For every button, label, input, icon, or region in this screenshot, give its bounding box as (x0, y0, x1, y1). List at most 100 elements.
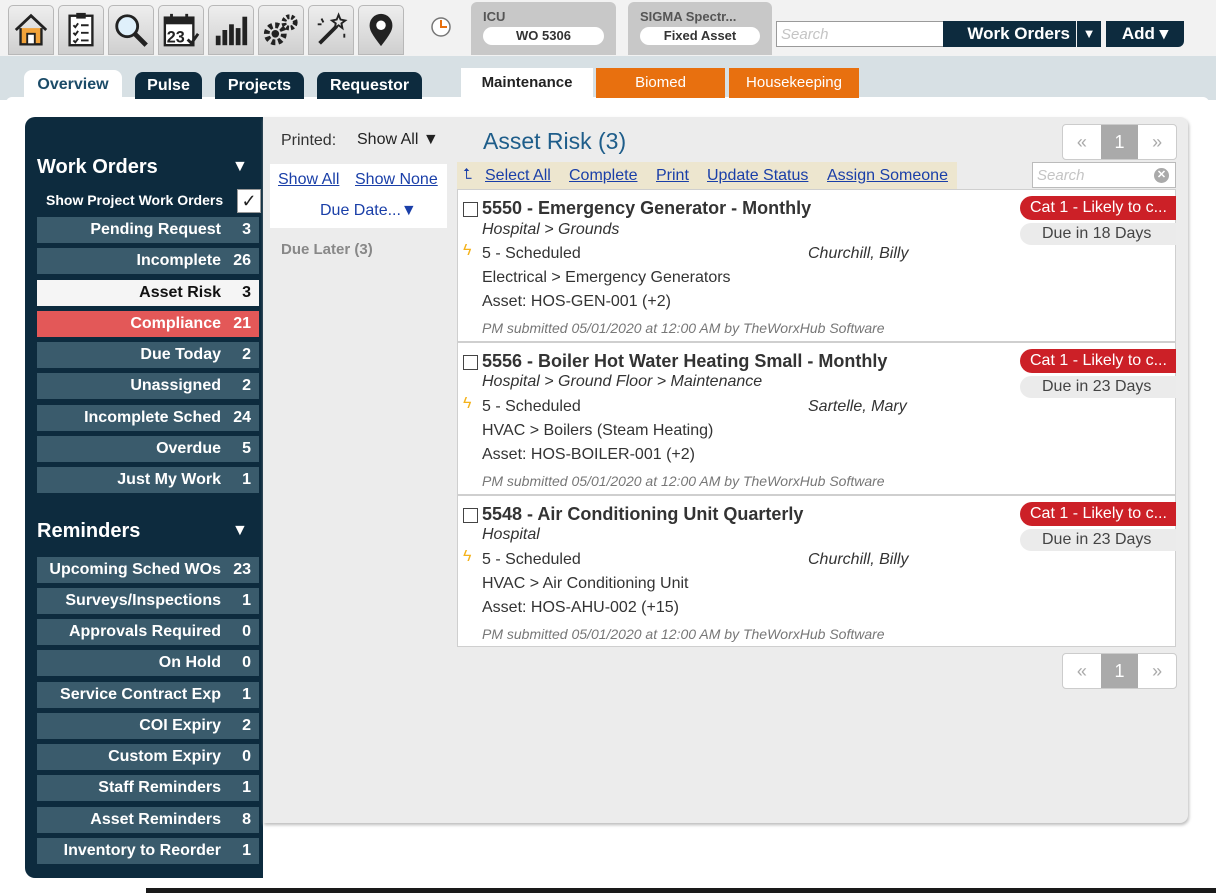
complete-link[interactable]: Complete (569, 167, 637, 185)
sidebar-item-count: 1 (242, 842, 251, 859)
tab-requestor[interactable]: Requestor (317, 72, 422, 99)
gears-icon[interactable] (258, 5, 304, 55)
printed-filter-dropdown[interactable]: Show All ▼ (357, 131, 439, 149)
sidebar-item-staff-reminders[interactable]: Staff Reminders 1 (37, 775, 259, 801)
add-button[interactable]: Add ▾ (1106, 21, 1184, 47)
sidebar-item-unassigned[interactable]: Unassigned 2 (37, 373, 259, 399)
sidebar-item-overdue[interactable]: Overdue 5 (37, 436, 259, 462)
sidebar-item-label: Due Today (140, 346, 221, 363)
sidebar-item-label: Compliance (130, 315, 221, 332)
collapse-caret-icon[interactable]: ▼ (232, 158, 248, 176)
tab-maintenance[interactable]: Maintenance (461, 68, 593, 98)
show-all-link[interactable]: Show All (278, 171, 339, 189)
lightning-bolt-icon: ϟ (463, 548, 472, 565)
sidebar-item-label: Inventory to Reorder (63, 842, 221, 859)
work-order-asset: Asset: HOS-GEN-001 (+2) (482, 293, 671, 310)
due-later-group[interactable]: Due Later (3) (281, 241, 373, 258)
next-page-button[interactable]: » (1138, 654, 1176, 688)
work-orders-heading[interactable]: Work Orders (37, 156, 158, 179)
due-date-sort-dropdown[interactable]: Due Date...▼ (320, 202, 417, 220)
row-checkbox[interactable] (463, 508, 478, 523)
calendar-icon[interactable]: 23 (158, 5, 204, 55)
sidebar-item-count: 3 (242, 284, 251, 301)
work-order-card[interactable]: 5550 - Emergency Generator - Monthly Hos… (457, 189, 1176, 342)
work-order-location: Hospital > Ground Floor > Maintenance (482, 373, 763, 390)
sidebar-item-count: 26 (233, 252, 251, 269)
sidebar-item-label: Incomplete (136, 252, 221, 269)
sidebar-item-label: Approvals Required (68, 623, 221, 640)
row-checkbox[interactable] (463, 202, 478, 217)
home-icon[interactable] (8, 5, 54, 55)
print-link[interactable]: Print (656, 167, 689, 185)
sidebar-item-count: 21 (233, 315, 251, 332)
sidebar-item-asset-reminders[interactable]: Asset Reminders 8 (37, 807, 259, 833)
map-pin-icon[interactable] (358, 5, 404, 55)
chevron-down-icon[interactable]: ▼ (1077, 21, 1101, 47)
next-page-button[interactable]: » (1138, 125, 1176, 159)
sidebar-item-incomplete-sched[interactable]: Incomplete Sched 24 (37, 405, 259, 431)
sidebar-item-on-hold[interactable]: On Hold 0 (37, 650, 259, 676)
sidebar-item-label: On Hold (158, 654, 221, 671)
sidebar-item-count: 2 (242, 717, 251, 734)
sidebar-item-asset-risk[interactable]: Asset Risk 3 (37, 280, 259, 306)
search-icon[interactable] (108, 5, 154, 55)
collapse-caret-icon[interactable]: ▼ (232, 522, 248, 540)
context-card-asset[interactable]: SIGMA Spectr... Fixed Asset (628, 2, 772, 55)
prev-page-button[interactable]: « (1063, 125, 1101, 159)
row-checkbox[interactable] (463, 355, 478, 370)
reminders-heading[interactable]: Reminders (37, 520, 140, 543)
sidebar-item-coi-expiry[interactable]: COI Expiry 2 (37, 713, 259, 739)
global-search-input[interactable] (776, 21, 944, 47)
sidebar-item-label: Surveys/Inspections (65, 592, 221, 609)
sidebar-item-label: Service Contract Exp (60, 686, 221, 703)
page-number[interactable]: 1 (1100, 654, 1139, 688)
sidebar-item-approvals[interactable]: Approvals Required 0 (37, 619, 259, 645)
update-status-link[interactable]: Update Status (707, 167, 808, 185)
tab-pulse[interactable]: Pulse (135, 72, 202, 99)
sidebar-item-service-contract[interactable]: Service Contract Exp 1 (37, 682, 259, 708)
sidebar-item-count: 0 (242, 654, 251, 671)
sidebar-item-label: Custom Expiry (108, 748, 221, 765)
sidebar-item-just-my-work[interactable]: Just My Work 1 (37, 467, 259, 493)
sidebar-item-label: Unassigned (130, 377, 221, 394)
tab-biomed[interactable]: Biomed (596, 68, 725, 98)
show-none-link[interactable]: Show None (355, 171, 438, 189)
bar-chart-icon[interactable] (208, 5, 254, 55)
sidebar-item-custom-expiry[interactable]: Custom Expiry 0 (37, 744, 259, 770)
work-order-title[interactable]: 5556 - Boiler Hot Water Heating Small - … (482, 351, 887, 372)
work-order-card[interactable]: 5548 - Air Conditioning Unit Quarterly H… (457, 495, 1176, 647)
work-order-priority: 5 - Scheduled (482, 245, 581, 262)
assign-someone-link[interactable]: Assign Someone (827, 167, 948, 185)
show-project-checkbox[interactable]: ✓ (237, 189, 261, 213)
tab-housekeeping[interactable]: Housekeeping (729, 68, 859, 98)
magic-wand-icon[interactable] (308, 5, 354, 55)
sidebar-item-due-today[interactable]: Due Today 2 (37, 342, 259, 368)
pagination-top: « 1 » (1062, 124, 1177, 160)
prev-page-button[interactable]: « (1063, 654, 1101, 688)
sidebar-item-inventory-reorder[interactable]: Inventory to Reorder 1 (37, 838, 259, 864)
sidebar-item-label: Incomplete Sched (84, 409, 221, 426)
work-order-category: Electrical > Emergency Generators (482, 269, 731, 286)
work-order-title[interactable]: 5550 - Emergency Generator - Monthly (482, 198, 811, 219)
tab-overview[interactable]: Overview (24, 70, 122, 100)
show-project-label: Show Project Work Orders (46, 192, 224, 208)
work-order-title[interactable]: 5548 - Air Conditioning Unit Quarterly (482, 504, 803, 525)
tab-projects[interactable]: Projects (215, 72, 304, 99)
work-order-card[interactable]: 5556 - Boiler Hot Water Heating Small - … (457, 342, 1176, 495)
context-card-icu[interactable]: ICU WO 5306 (471, 2, 616, 55)
work-order-location: Hospital (482, 526, 540, 543)
sidebar-item-pending-request[interactable]: Pending Request 3 (37, 217, 259, 243)
printed-label: Printed: (281, 132, 337, 149)
lightning-bolt-icon: ϟ (463, 395, 472, 412)
checklist-icon[interactable] (58, 5, 104, 55)
sidebar-item-surveys[interactable]: Surveys/Inspections 1 (37, 588, 259, 614)
clear-search-icon[interactable]: ✕ (1154, 168, 1169, 183)
page-number[interactable]: 1 (1100, 125, 1139, 159)
calendar-day: 23 (167, 28, 185, 46)
sidebar-item-incomplete[interactable]: Incomplete 26 (37, 248, 259, 274)
sidebar-item-compliance[interactable]: Compliance 21 (37, 311, 259, 337)
module-select-button[interactable]: Work Orders (943, 21, 1076, 47)
sidebar-item-upcoming-sched[interactable]: Upcoming Sched WOs 23 (37, 557, 259, 583)
select-all-link[interactable]: Select All (485, 167, 551, 185)
clock-icon[interactable] (430, 16, 452, 38)
